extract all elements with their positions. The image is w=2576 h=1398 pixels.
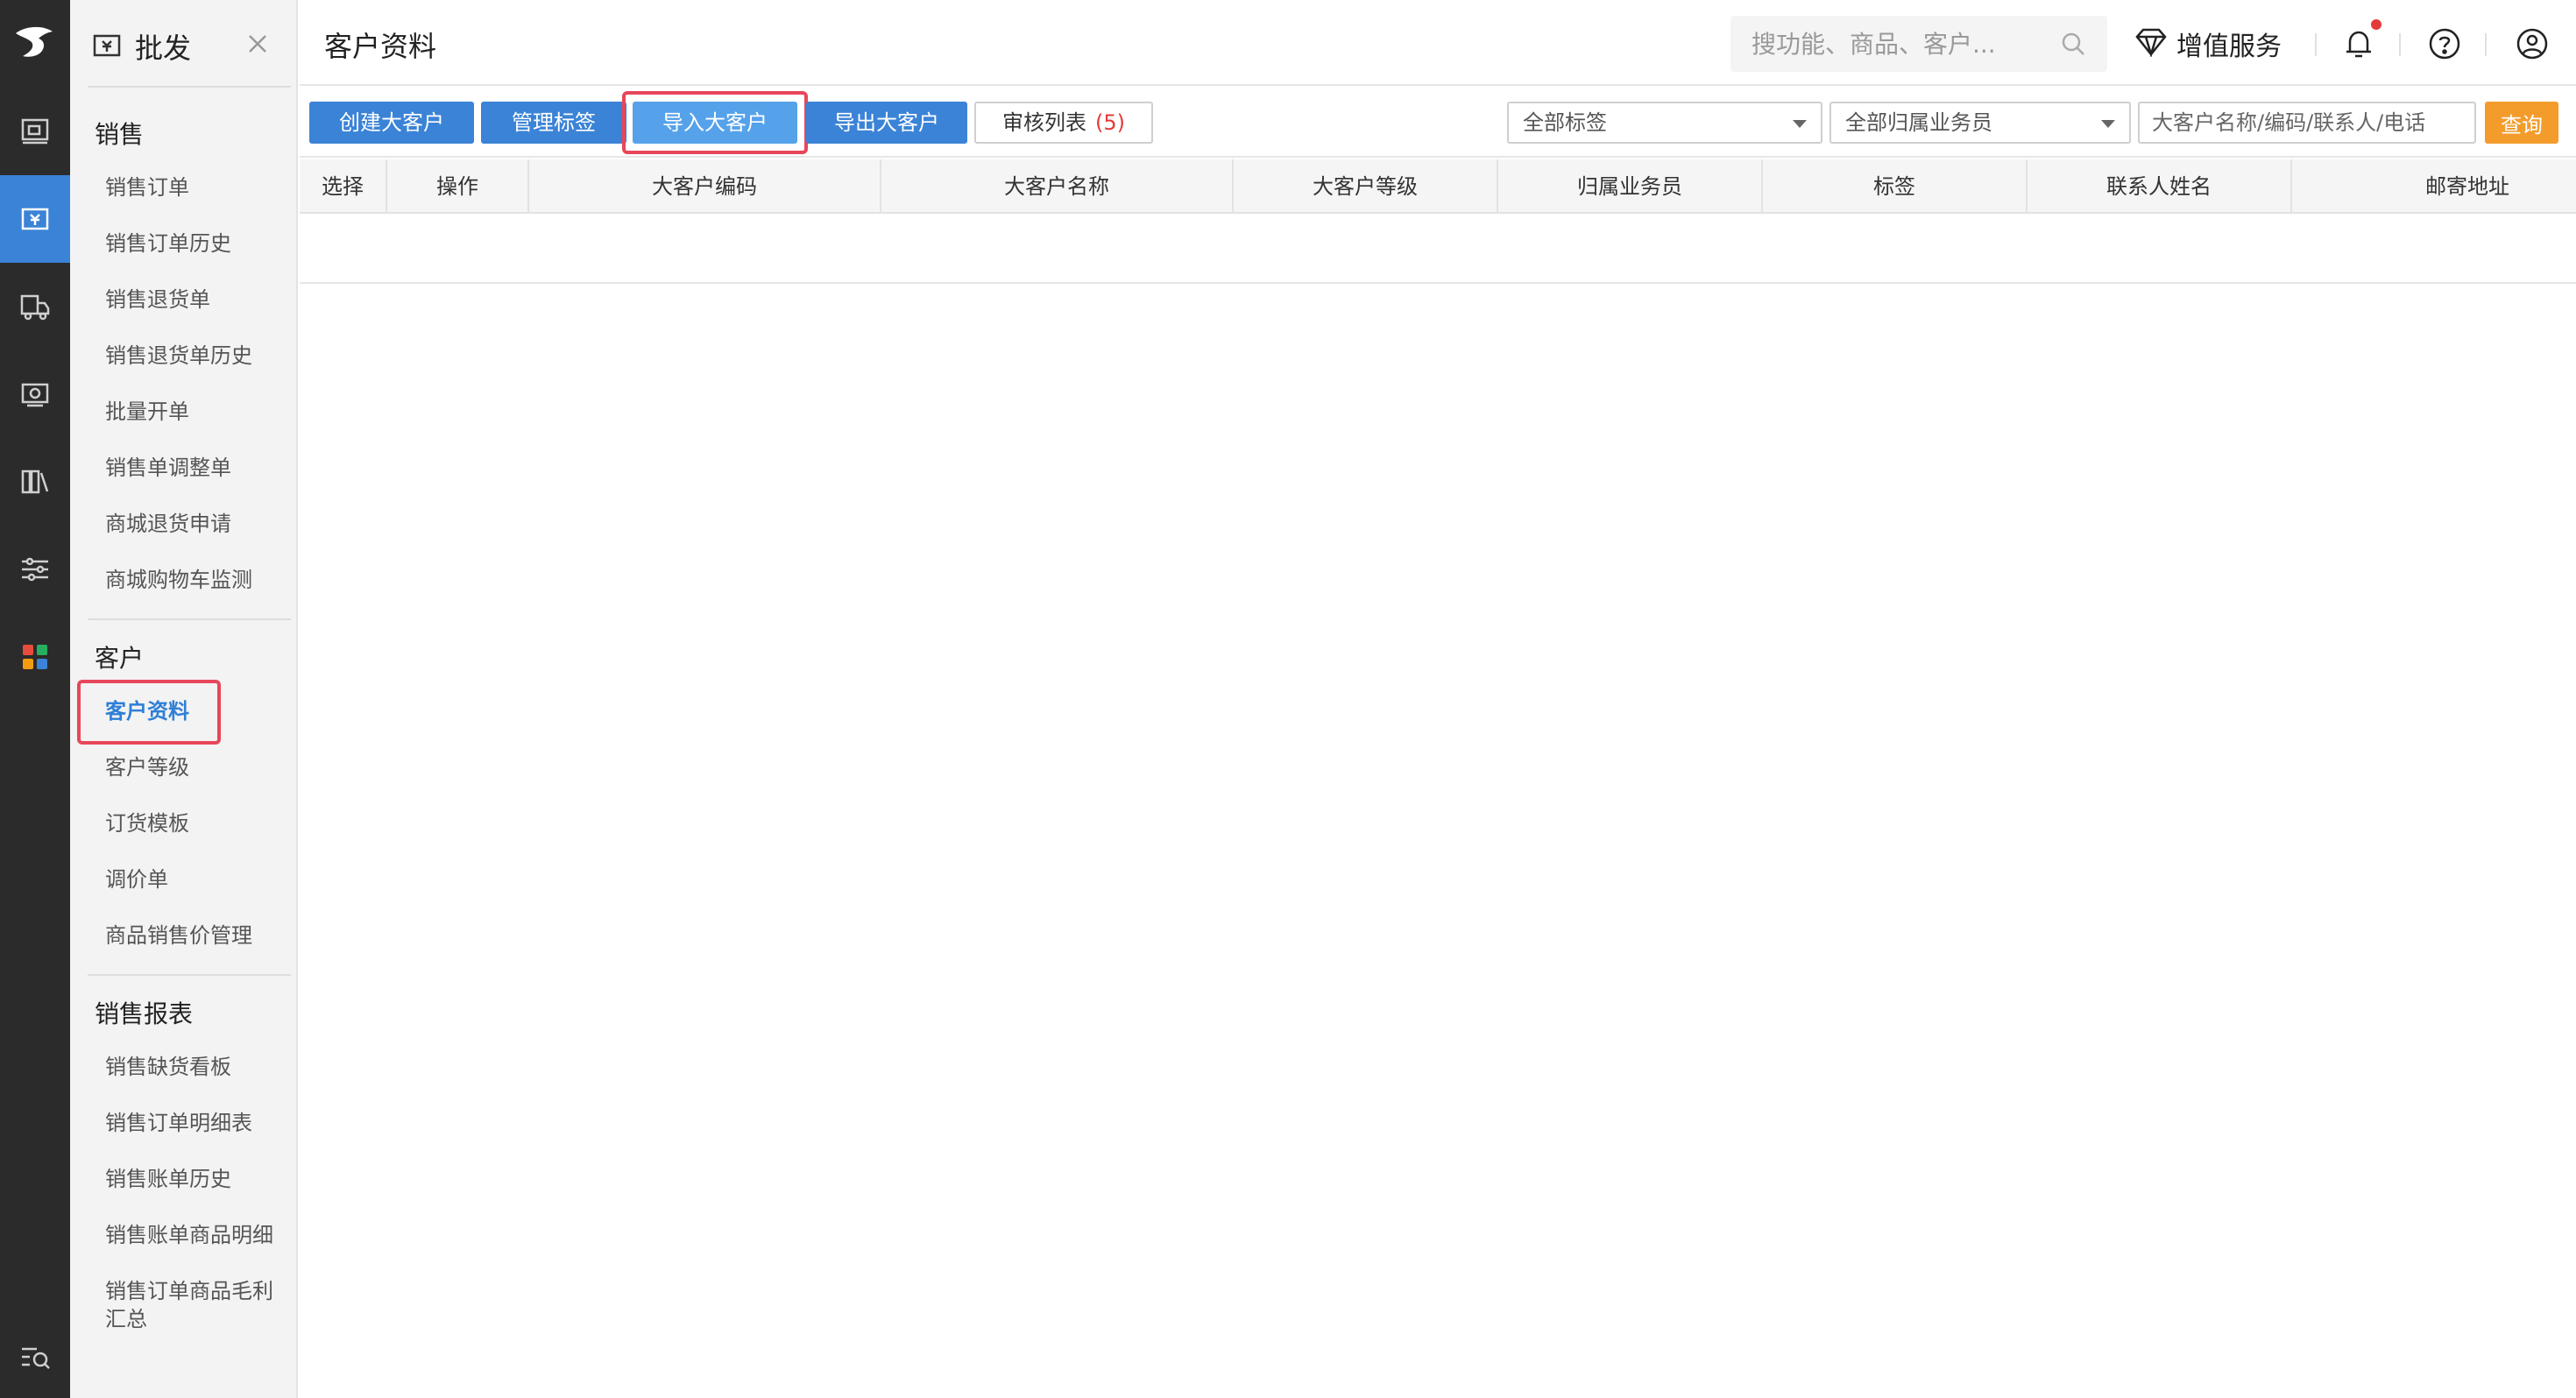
- column-header-code[interactable]: 大客户编码: [529, 159, 881, 214]
- bell-icon[interactable]: [2341, 26, 2376, 65]
- secondary-menu: 批发 销售 销售订单 销售订单历史 销售退货单 销售退货单历史 批量开单 销售单…: [70, 0, 298, 1398]
- header-separator: [2315, 33, 2317, 56]
- apps-grid-icon: [21, 643, 49, 671]
- manage-tags-button[interactable]: 管理标签: [481, 102, 626, 144]
- column-header-address[interactable]: 邮寄地址: [2292, 159, 2576, 214]
- value-added-services-button[interactable]: 增值服务: [2134, 23, 2282, 65]
- tag-filter-value: 全部标签: [1523, 110, 1607, 135]
- column-header-level[interactable]: 大客户等级: [1234, 159, 1498, 214]
- global-search: [1730, 16, 2107, 72]
- icon-rail: [0, 0, 70, 1398]
- review-list-button[interactable]: 审核列表 (5): [974, 102, 1153, 144]
- diamond-icon: [2134, 27, 2168, 60]
- customer-table: 选择 操作 大客户编码 大客户名称 大客户等级 归属业务员 标签 联系人姓名 邮…: [300, 159, 2576, 284]
- export-customers-button[interactable]: 导出大客户: [806, 102, 967, 144]
- chevron-down-icon: [2101, 120, 2115, 128]
- top-header: 客户资料 增值服务: [300, 0, 2576, 86]
- column-header-salesman[interactable]: 归属业务员: [1498, 159, 1763, 214]
- menu-item-customer-level[interactable]: 客户等级: [105, 750, 189, 785]
- rail-item-logistics[interactable]: [0, 263, 70, 350]
- search-icon[interactable]: [2060, 31, 2086, 60]
- notification-dot: [2371, 19, 2381, 30]
- menu-item-order-gross-profit[interactable]: 销售订单商品毛利汇总: [105, 1277, 280, 1340]
- money-icon: [20, 381, 50, 407]
- menu-item-batch-order[interactable]: 批量开单: [105, 394, 189, 429]
- column-header-select: 选择: [300, 159, 387, 214]
- sliders-icon: [19, 556, 51, 582]
- header-separator: [2485, 33, 2487, 56]
- group-title-customers: 客户: [95, 644, 145, 673]
- user-avatar-icon[interactable]: [2515, 26, 2550, 65]
- help-icon[interactable]: [2427, 26, 2462, 65]
- chevron-down-icon: [1793, 120, 1807, 128]
- create-customer-button[interactable]: 创建大客户: [309, 102, 474, 144]
- rail-item-books[interactable]: [0, 438, 70, 526]
- menu-item-order-detail-report[interactable]: 销售订单明细表: [105, 1105, 252, 1140]
- menu-item-price-adjustment[interactable]: 调价单: [105, 862, 168, 897]
- menu-item-bill-history[interactable]: 销售账单历史: [105, 1161, 231, 1197]
- menu-item-sales-order[interactable]: 销售订单: [105, 170, 189, 205]
- rail-item-apps[interactable]: [0, 613, 70, 701]
- menu-search-icon: [19, 1345, 51, 1371]
- menu-item-sales-return-history[interactable]: 销售退货单历史: [105, 338, 252, 373]
- review-list-label: 审核列表: [1002, 110, 1086, 135]
- import-customers-button[interactable]: 导入大客户: [633, 102, 797, 144]
- menu-header: 批发: [70, 0, 296, 88]
- menu-item-customer-profile[interactable]: 客户资料: [105, 694, 189, 729]
- menu-item-stockout-board[interactable]: 销售缺货看板: [105, 1049, 231, 1084]
- menu-item-mall-cart-monitor[interactable]: 商城购物车监测: [105, 562, 252, 597]
- rail-item-menu-search[interactable]: [0, 1314, 70, 1398]
- menu-divider: [88, 974, 291, 976]
- salesman-filter-select[interactable]: 全部归属业务员: [1829, 102, 2131, 144]
- menu-item-mall-return-request[interactable]: 商城退货申请: [105, 506, 231, 541]
- column-header-contact[interactable]: 联系人姓名: [2028, 159, 2292, 214]
- review-count-badge: (5): [1095, 110, 1125, 135]
- menu-item-sales-adjustment[interactable]: 销售单调整单: [105, 450, 231, 485]
- menu-item-order-template[interactable]: 订货模板: [105, 806, 189, 841]
- menu-title: 批发: [135, 32, 192, 65]
- rail-item-settings[interactable]: [0, 526, 70, 613]
- rail-item-monitor[interactable]: [0, 88, 70, 175]
- tag-filter-select[interactable]: 全部标签: [1507, 102, 1822, 144]
- column-header-actions: 操作: [387, 159, 529, 214]
- salesman-filter-value: 全部归属业务员: [1845, 110, 1992, 135]
- value-added-services-label: 增值服务: [2176, 32, 2282, 62]
- wholesale-icon: [20, 206, 50, 232]
- menu-item-sales-order-history[interactable]: 销售订单历史: [105, 226, 231, 261]
- toolbar: 创建大客户 管理标签 导入大客户 导出大客户 审核列表 (5) 全部标签 全部归属…: [300, 88, 2576, 158]
- wholesale-app-icon: [93, 33, 121, 61]
- menu-item-sales-return[interactable]: 销售退货单: [105, 282, 210, 317]
- column-header-name[interactable]: 大客户名称: [881, 159, 1234, 214]
- logo-icon[interactable]: [0, 0, 70, 84]
- menu-item-bill-product-detail[interactable]: 销售账单商品明细: [105, 1218, 273, 1253]
- query-button[interactable]: 查询: [2485, 102, 2558, 144]
- menu-item-product-price-mgmt[interactable]: 商品销售价管理: [105, 918, 252, 953]
- group-title-sales-reports: 销售报表: [95, 999, 194, 1028]
- menu-divider: [88, 86, 291, 88]
- column-header-tags[interactable]: 标签: [1763, 159, 2028, 214]
- customer-filter-input[interactable]: [2138, 102, 2476, 144]
- close-icon[interactable]: [247, 33, 268, 58]
- rail-item-finance[interactable]: [0, 350, 70, 438]
- monitor-icon: [20, 117, 50, 145]
- books-icon: [20, 468, 50, 496]
- table-header: 选择 操作 大客户编码 大客户名称 大客户等级 归属业务员 标签 联系人姓名 邮…: [300, 159, 2576, 214]
- search-input[interactable]: [1730, 16, 2046, 72]
- header-separator: [2399, 33, 2401, 56]
- group-title-sales: 销售: [95, 120, 145, 149]
- table-body-empty: [300, 214, 2576, 284]
- rail-item-wholesale[interactable]: [0, 175, 70, 263]
- menu-divider: [88, 618, 291, 620]
- logo-mark: [16, 26, 53, 57]
- truck-icon: [19, 293, 51, 321]
- page-title: 客户资料: [324, 30, 437, 63]
